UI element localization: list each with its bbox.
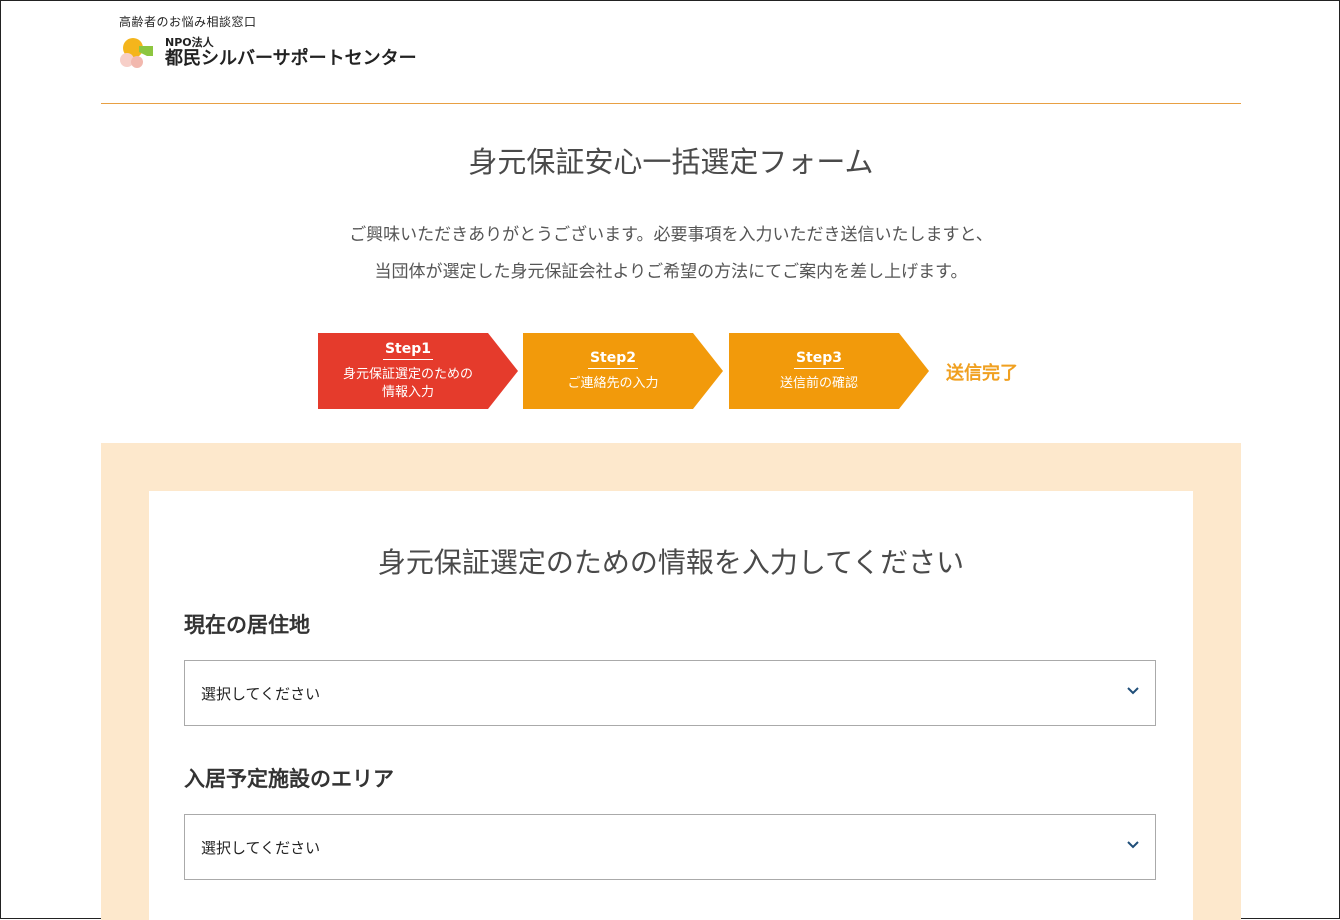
step-3-title: Step3 xyxy=(793,350,845,369)
form-card: 身元保証選定のための情報を入力してください 現在の居住地 選択してください 入居… xyxy=(149,491,1193,920)
step-1-title: Step1 xyxy=(382,341,434,360)
step-1-desc: 身元保証選定のための 情報入力 xyxy=(343,366,473,402)
residence-label: 現在の居住地 xyxy=(184,613,310,637)
chevron-down-icon xyxy=(1125,837,1141,857)
step-3-desc: 送信前の確認 xyxy=(779,375,858,391)
chevron-down-icon xyxy=(1125,683,1141,703)
step-1-desc-line-1: 身元保証選定のための xyxy=(342,366,473,382)
site-header: 高齢者のお悩み相談窓口 NPO法人 都民シルバーサポートセンター xyxy=(119,13,417,70)
step-complete-label: 送信完了 xyxy=(946,363,1018,384)
intro-line-1: ご興味いただきありがとうございます。必要事項を入力いただき送信いたしますと、 xyxy=(349,225,993,245)
intro-line-2: 当団体が選定した身元保証会社よりご希望の方法にてご案内を差し上げます。 xyxy=(374,262,968,282)
residence-select-value: 選択してください xyxy=(201,684,321,703)
facility-area-label: 入居予定施設のエリア xyxy=(184,767,394,791)
facility-area-select[interactable]: 選択してください xyxy=(184,814,1156,880)
intro-text: ご興味いただきありがとうございます。必要事項を入力いただき送信いたしますと、 当… xyxy=(1,217,1340,291)
page-title: 身元保証安心一括選定フォーム xyxy=(468,145,874,179)
step-2-title: Step2 xyxy=(587,350,639,369)
step-2-desc: ご連絡先の入力 xyxy=(567,375,659,391)
org-logo-icon xyxy=(119,36,159,70)
step-1-desc-line-2: 情報入力 xyxy=(381,384,434,400)
site-logo[interactable]: NPO法人 都民シルバーサポートセンター xyxy=(119,36,417,70)
form-heading: 身元保証選定のための情報を入力してください xyxy=(377,546,965,579)
site-tagline: 高齢者のお悩み相談窓口 xyxy=(119,15,257,29)
residence-select[interactable]: 選択してください xyxy=(184,660,1156,726)
facility-area-select-value: 選択してください xyxy=(201,838,321,857)
header-divider xyxy=(101,103,1241,104)
logo-org-name: 都民シルバーサポートセンター xyxy=(165,48,417,69)
